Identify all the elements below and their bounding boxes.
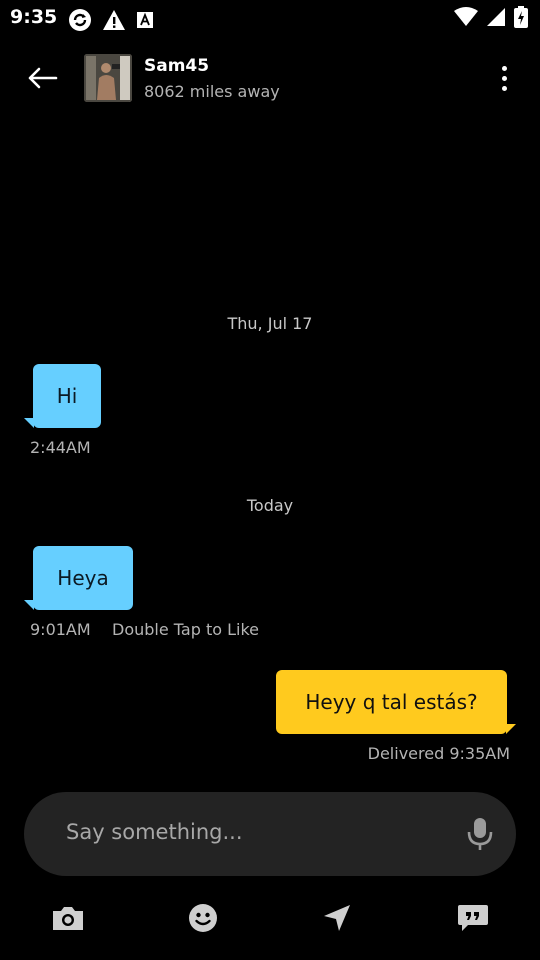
status-time: 9:35 <box>10 6 58 28</box>
camera-icon <box>53 907 83 930</box>
emoji-button[interactable] <box>183 900 223 936</box>
bubble-tail <box>24 418 34 428</box>
outgoing-message-bubble[interactable]: Heyy q tal estás? <box>276 670 507 734</box>
quote-icon <box>458 905 488 931</box>
warning-icon <box>103 10 125 30</box>
profile-distance: 8062 miles away <box>144 82 280 101</box>
back-arrow-icon <box>28 67 58 89</box>
back-button[interactable] <box>22 60 62 96</box>
camera-button[interactable] <box>48 900 88 936</box>
microphone-icon <box>467 818 493 850</box>
bubble-tail <box>24 600 34 610</box>
emoji-icon <box>189 904 217 932</box>
incoming-message-bubble[interactable]: Hi <box>33 364 101 428</box>
location-icon <box>324 905 350 931</box>
menu-dot <box>501 75 507 81</box>
message-timestamp: 9:01AM <box>30 620 91 639</box>
wifi-icon <box>454 7 478 26</box>
message-timestamp: 2:44AM <box>30 438 91 457</box>
font-notification-icon <box>137 12 153 28</box>
avatar[interactable] <box>84 54 132 102</box>
profile-name[interactable]: Sam45 <box>144 56 209 76</box>
incoming-message-bubble[interactable]: Heya <box>33 546 133 610</box>
date-separator: Thu, Jul 17 <box>227 314 313 333</box>
battery-icon <box>514 6 528 28</box>
double-tap-hint: Double Tap to Like <box>112 620 259 639</box>
status-icons-right <box>454 6 528 28</box>
avatar-photo <box>84 54 132 102</box>
message-input-placeholder[interactable]: Say something... <box>66 820 243 844</box>
saved-phrases-button[interactable] <box>453 900 493 936</box>
date-separator: Today <box>246 496 294 515</box>
bubble-tail <box>506 724 516 734</box>
message-text: Heyy q tal estás? <box>305 690 478 714</box>
message-text: Hi <box>56 384 78 408</box>
menu-dot <box>501 65 507 71</box>
delivery-status: Delivered 9:35AM <box>367 744 510 763</box>
voice-message-button[interactable] <box>466 816 494 852</box>
message-text: Heya <box>57 566 109 590</box>
signal-icon <box>487 8 505 26</box>
status-icons-left <box>68 8 154 32</box>
menu-dot <box>501 85 507 91</box>
location-button[interactable] <box>317 900 357 936</box>
sync-icon <box>69 9 91 31</box>
overflow-menu-button[interactable] <box>488 58 520 98</box>
